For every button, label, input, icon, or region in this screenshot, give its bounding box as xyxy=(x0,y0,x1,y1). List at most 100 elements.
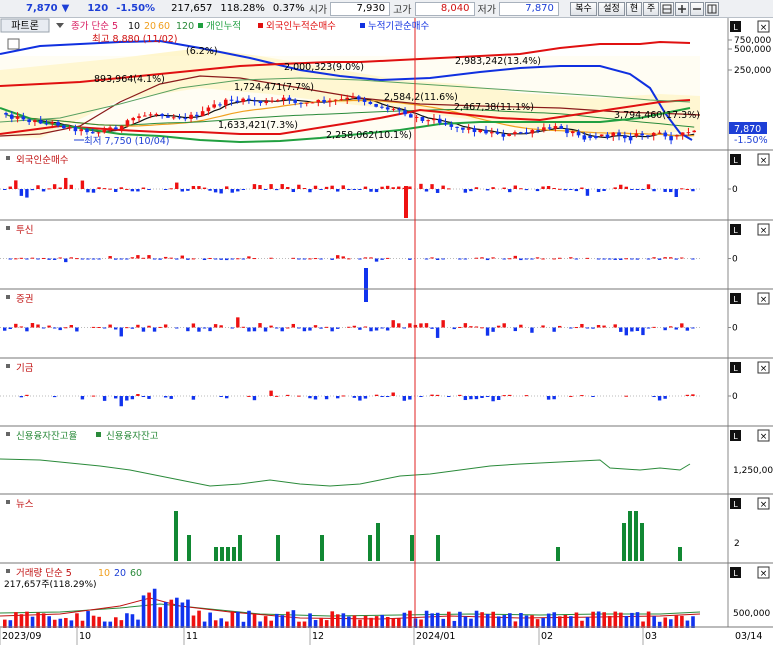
news-count-bar xyxy=(214,547,218,561)
net-buy-bar xyxy=(186,189,190,191)
stock-chart[interactable]: 파트론 종가 단순 5 10 20 60 120 개인누적 외국인누적순매수 누적기관순매수최고… xyxy=(0,18,773,645)
candle xyxy=(183,118,188,120)
net-buy-bar xyxy=(230,327,234,329)
net-buy-bar xyxy=(297,184,301,189)
net-buy-bar xyxy=(585,189,590,196)
candle xyxy=(125,120,130,126)
current-button[interactable]: 현 xyxy=(626,2,642,16)
net-buy-bar xyxy=(213,258,218,260)
net-buy-bar xyxy=(452,327,456,330)
net-buy-bar xyxy=(147,396,151,399)
news-count-bar xyxy=(410,535,414,561)
net-buy-bar xyxy=(80,180,85,189)
panel-tick-label: 0 xyxy=(732,324,738,334)
net-buy-bar xyxy=(385,257,390,259)
net-buy-bar xyxy=(163,324,168,328)
expand-icon[interactable] xyxy=(7,38,20,50)
candle xyxy=(646,135,650,137)
multi-button[interactable]: 복수 xyxy=(570,2,597,16)
minus-icon[interactable] xyxy=(690,2,704,16)
candle xyxy=(223,99,228,106)
net-buy-bar xyxy=(624,186,628,189)
candle xyxy=(235,100,240,103)
x-axis-label: 2024/01 xyxy=(416,631,455,642)
panel-title: 신용융자잔고 xyxy=(106,431,159,442)
net-buy-bar xyxy=(175,258,179,260)
net-buy-bar xyxy=(163,396,168,398)
volume-bar xyxy=(574,612,579,628)
net-buy-bar xyxy=(280,184,284,189)
panel-lock-label: L xyxy=(733,500,738,509)
volume-bar xyxy=(563,614,568,628)
net-buy-bar xyxy=(485,396,490,397)
net-buy-bar xyxy=(152,327,157,332)
net-buy-bar xyxy=(313,325,318,328)
net-buy-bar xyxy=(208,327,212,332)
net-buy-bar xyxy=(363,326,368,328)
net-buy-bar xyxy=(119,258,123,260)
current-pct-axis-label: -1.50% xyxy=(734,135,768,146)
net-buy-bar xyxy=(596,325,601,328)
net-buy-bar xyxy=(435,189,440,193)
candle xyxy=(675,135,679,137)
stock-button[interactable]: 주 xyxy=(643,2,659,16)
layout-icon[interactable] xyxy=(705,2,719,16)
volume-bar xyxy=(236,611,240,628)
net-buy-bar xyxy=(502,323,506,328)
volume-bar xyxy=(546,613,551,628)
net-buy-bar xyxy=(391,187,395,189)
window-icon[interactable] xyxy=(660,2,674,16)
net-buy-bar xyxy=(25,189,29,198)
net-buy-bar xyxy=(64,177,68,189)
net-buy-bar xyxy=(324,326,329,328)
net-buy-bar xyxy=(163,189,168,190)
panel-bullet xyxy=(6,226,10,230)
net-buy-bar xyxy=(64,327,68,329)
candle xyxy=(73,127,78,132)
candle xyxy=(4,113,8,115)
candle xyxy=(680,132,685,136)
cumulative-volume-label: 893,964(4.1%) xyxy=(94,74,165,85)
net-buy-bar xyxy=(336,189,340,192)
net-buy-bar xyxy=(186,258,190,260)
cumulative-volume-label: 2,258,062(10.1%) xyxy=(326,130,412,141)
net-buy-bar xyxy=(286,327,290,329)
net-buy-bar xyxy=(52,258,57,260)
net-buy-bar xyxy=(513,327,517,332)
plus-icon[interactable] xyxy=(675,2,689,16)
net-buy-bar xyxy=(252,327,257,332)
net-buy-bar xyxy=(336,255,340,259)
volume-bar xyxy=(374,616,379,628)
net-buy-bar xyxy=(364,268,368,302)
net-buy-bar xyxy=(680,188,684,190)
dropdown-chevron-icon[interactable] xyxy=(56,23,64,28)
net-buy-bar xyxy=(324,186,329,189)
net-buy-bar xyxy=(491,396,495,402)
volume-bar xyxy=(75,613,79,628)
legend-swatch xyxy=(360,23,365,28)
candle xyxy=(287,97,292,100)
candle xyxy=(345,97,350,100)
net-buy-bar xyxy=(624,395,628,397)
candle xyxy=(657,132,662,134)
net-buy-bar xyxy=(336,396,340,399)
net-buy-bar xyxy=(75,258,79,260)
panel-close-icon: × xyxy=(760,156,768,166)
net-buy-bar xyxy=(491,257,495,259)
settings-button[interactable]: 설정 xyxy=(598,2,625,16)
net-buy-bar xyxy=(147,325,151,328)
net-buy-bar xyxy=(669,326,673,328)
net-buy-bar xyxy=(125,396,129,401)
net-buy-bar xyxy=(14,323,18,328)
candle xyxy=(252,100,257,102)
net-buy-bar xyxy=(330,258,334,260)
net-buy-bar xyxy=(108,188,112,190)
net-buy-bar xyxy=(458,326,462,328)
net-buy-bar xyxy=(286,394,290,396)
volume-bar xyxy=(186,599,190,628)
volume-bar xyxy=(530,615,534,628)
net-buy-bar xyxy=(641,327,645,336)
volume-bar xyxy=(274,613,279,628)
net-buy-bar xyxy=(646,327,651,329)
net-buy-bar xyxy=(391,320,395,328)
